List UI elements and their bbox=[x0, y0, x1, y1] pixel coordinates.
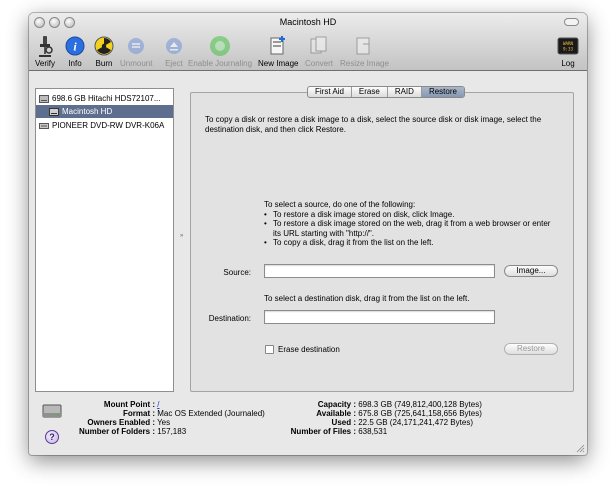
split-view-handle[interactable]: » bbox=[180, 233, 183, 239]
available-value: 675.8 GB (725,641,158,656 Bytes) bbox=[358, 409, 482, 418]
enable-journaling-label: Enable Journaling bbox=[188, 59, 253, 68]
volume-item-macintosh-hd[interactable]: Macintosh HD bbox=[36, 105, 173, 118]
eject-button[interactable]: Eject bbox=[162, 34, 186, 68]
erase-destination-checkbox[interactable] bbox=[265, 345, 274, 354]
folders-value: 157,183 bbox=[157, 427, 187, 436]
unmount-button[interactable]: Unmount bbox=[120, 34, 152, 68]
files-value: 638,531 bbox=[358, 427, 388, 436]
toolbar-toggle-button[interactable] bbox=[564, 18, 579, 26]
destination-label: Destination: bbox=[208, 314, 251, 323]
mount-point-link[interactable]: / bbox=[157, 400, 159, 409]
optical-drive-icon bbox=[39, 122, 49, 129]
convert-button[interactable]: Convert bbox=[305, 34, 333, 68]
volume-item-label: Macintosh HD bbox=[62, 107, 113, 116]
restore-intro-text: To copy a disk or restore a disk image t… bbox=[205, 115, 542, 134]
owners-enabled-value: Yes bbox=[157, 418, 171, 427]
available-key: Available : bbox=[316, 409, 356, 418]
microscope-icon bbox=[33, 34, 57, 58]
resize-image-icon bbox=[352, 34, 376, 58]
log-console-icon: WARN 9:33 bbox=[556, 34, 580, 58]
new-image-icon bbox=[266, 34, 290, 58]
eject-label: Eject bbox=[165, 59, 183, 68]
used-value: 22.5 GB (24,171,241,472 Bytes) bbox=[358, 418, 473, 427]
folders-key: Number of Folders : bbox=[78, 427, 155, 436]
journaling-icon bbox=[208, 34, 232, 58]
verify-label: Verify bbox=[34, 59, 55, 68]
verify-button[interactable]: Verify bbox=[33, 34, 57, 68]
capacity-key: Capacity : bbox=[317, 400, 356, 409]
source-heading: To select a source, do one of the follow… bbox=[264, 200, 416, 209]
volume-icon bbox=[49, 107, 59, 116]
erase-destination-label: Erase destination bbox=[278, 345, 340, 354]
burn-label: Burn bbox=[95, 59, 113, 68]
mount-point-key: Mount Point : bbox=[103, 400, 155, 409]
eject-icon bbox=[162, 34, 186, 58]
convert-icon bbox=[307, 34, 331, 58]
disk-item-pioneer[interactable]: PIONEER DVD-RW DVR-K06A bbox=[36, 119, 173, 132]
restore-button[interactable]: Restore bbox=[504, 343, 558, 355]
title-bar: Macintosh HD Verify i Info Burn Unmount … bbox=[29, 13, 587, 71]
log-button[interactable]: WARN 9:33 Log bbox=[556, 34, 580, 68]
source-bullet: To restore a disk image stored on disk, … bbox=[264, 210, 554, 220]
format-key: Format : bbox=[123, 409, 155, 418]
resize-image-label: Resize Image bbox=[340, 59, 389, 68]
convert-label: Convert bbox=[305, 59, 334, 68]
disk-item-label: PIONEER DVD-RW DVR-K06A bbox=[52, 121, 165, 130]
source-bullet: To restore a disk image stored on the we… bbox=[264, 219, 554, 238]
owners-enabled-key: Owners Enabled : bbox=[87, 418, 155, 427]
restore-panel: To copy a disk or restore a disk image t… bbox=[190, 92, 574, 392]
volume-info-panel: ? Mount Point : / Format : Mac OS Extend… bbox=[29, 397, 587, 455]
disk-utility-window: Macintosh HD Verify i Info Burn Unmount … bbox=[29, 13, 587, 455]
image-button[interactable]: Image... bbox=[504, 265, 558, 277]
tab-restore[interactable]: Restore bbox=[421, 87, 464, 97]
burn-button[interactable]: Burn bbox=[92, 34, 116, 68]
disk-item-hitachi[interactable]: 698.6 GB Hitachi HDS72107... bbox=[36, 92, 173, 105]
tab-raid[interactable]: RAID bbox=[388, 87, 422, 97]
new-image-button[interactable]: New Image bbox=[258, 34, 298, 68]
help-icon[interactable]: ? bbox=[45, 430, 59, 444]
new-image-label: New Image bbox=[258, 59, 299, 68]
window-title: Macintosh HD bbox=[279, 17, 337, 27]
destination-heading: To select a destination disk, drag it fr… bbox=[264, 294, 470, 303]
info-label: Info bbox=[68, 59, 82, 68]
destination-field[interactable] bbox=[264, 310, 495, 324]
toolbar: Verify i Info Burn Unmount Eject Enable … bbox=[29, 34, 587, 70]
info-icon: i bbox=[63, 34, 87, 58]
resize-grip-icon[interactable] bbox=[576, 444, 585, 453]
files-key: Number of Files : bbox=[290, 427, 356, 436]
disk-item-label: 698.6 GB Hitachi HDS72107... bbox=[52, 94, 161, 103]
hard-drive-icon bbox=[42, 404, 62, 418]
source-bullet: To copy a disk, drag it from the list on… bbox=[264, 238, 554, 248]
burn-radiation-icon bbox=[92, 34, 116, 58]
enable-journaling-button[interactable]: Enable Journaling bbox=[188, 34, 252, 68]
info-button[interactable]: i Info bbox=[63, 34, 87, 68]
tab-first-aid[interactable]: First Aid bbox=[308, 87, 352, 97]
source-instructions: To select a source, do one of the follow… bbox=[264, 200, 554, 248]
source-label: Source: bbox=[223, 268, 251, 277]
disk-list[interactable]: 698.6 GB Hitachi HDS72107... Macintosh H… bbox=[35, 88, 174, 392]
resize-image-button[interactable]: Resize Image bbox=[340, 34, 389, 68]
unmount-icon bbox=[124, 34, 148, 58]
used-key: Used : bbox=[331, 418, 356, 427]
capacity-value: 698.3 GB (749,812,400,128 Bytes) bbox=[358, 400, 482, 409]
svg-text:9:33: 9:33 bbox=[563, 47, 574, 52]
tab-erase[interactable]: Erase bbox=[352, 87, 388, 97]
unmount-label: Unmount bbox=[120, 59, 153, 68]
hard-disk-icon bbox=[39, 94, 49, 103]
tab-bar: First Aid Erase RAID Restore bbox=[307, 86, 465, 98]
svg-text:WARN: WARN bbox=[563, 41, 574, 46]
log-label: Log bbox=[561, 59, 575, 68]
source-field[interactable] bbox=[264, 264, 495, 278]
